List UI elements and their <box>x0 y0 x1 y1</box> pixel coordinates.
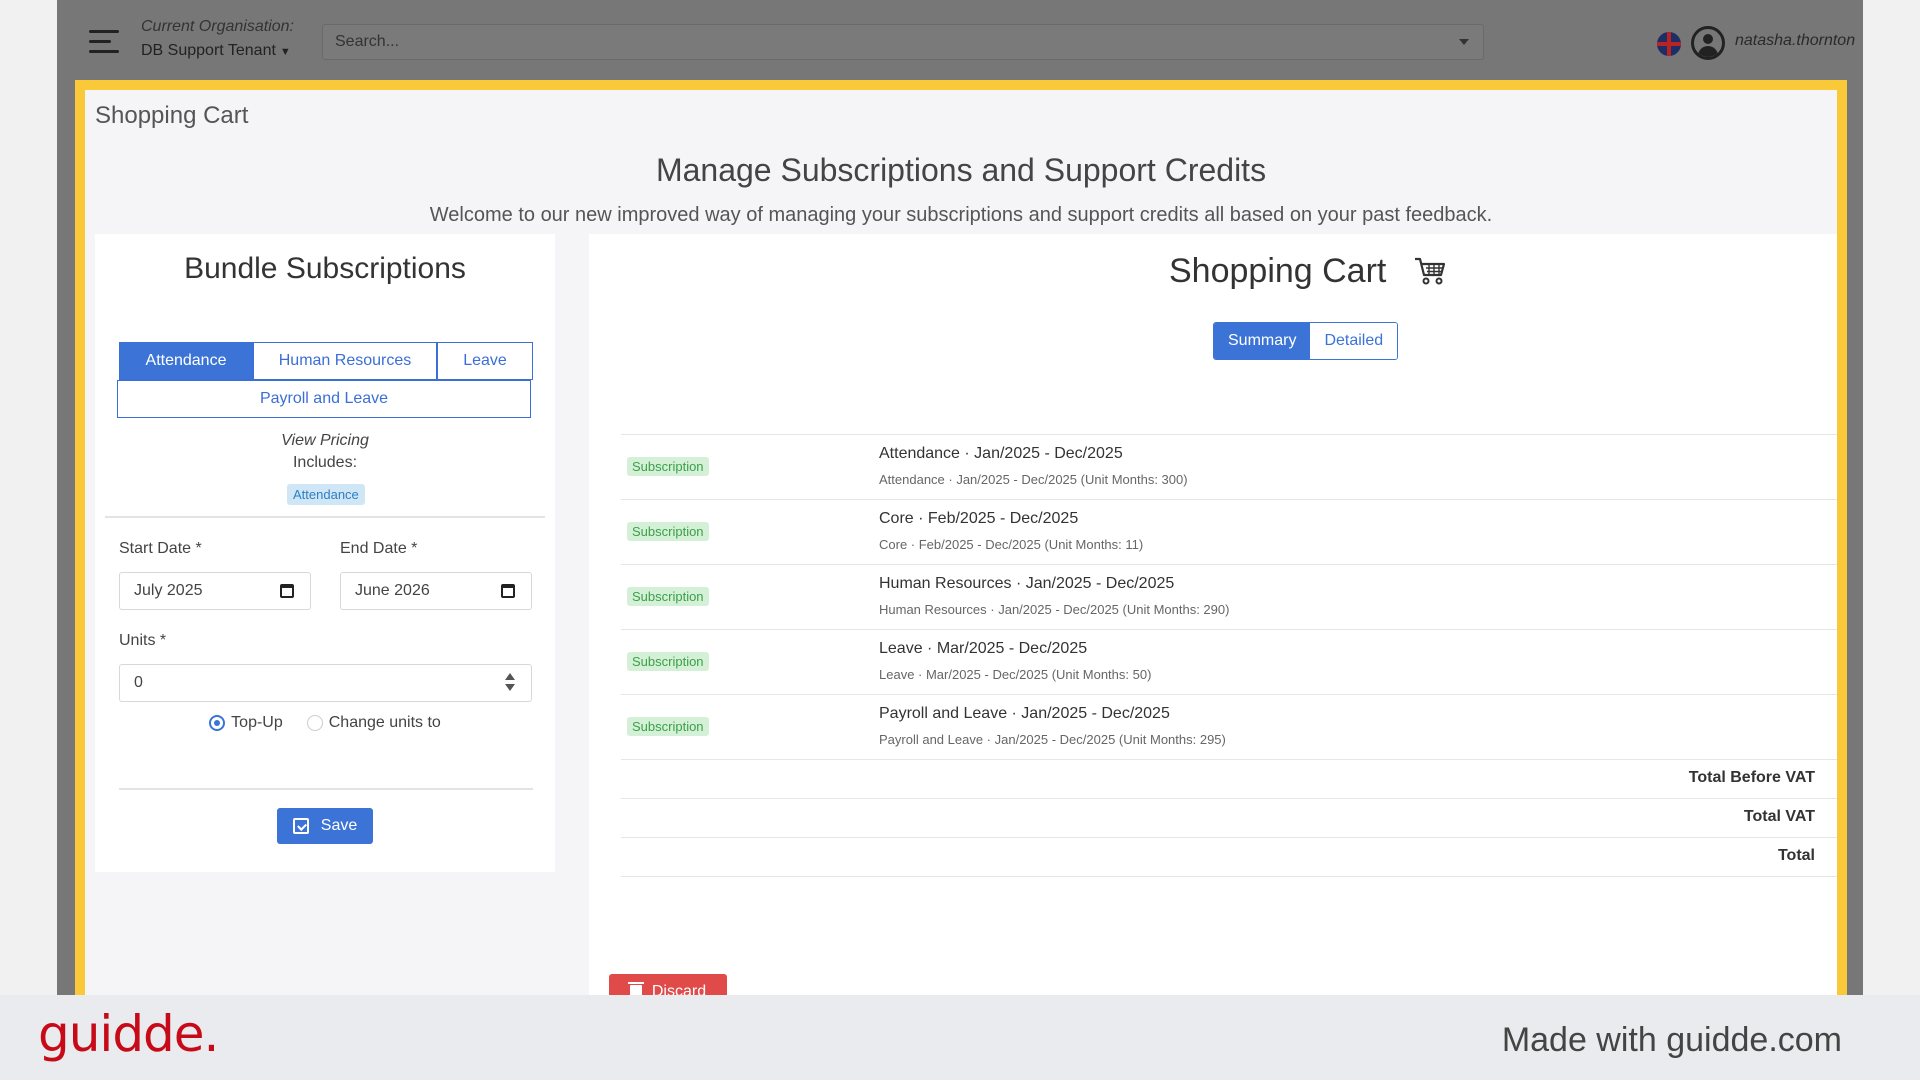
item-subtitle: Attendance · Jan/2025 - Dec/2025 (Unit M… <box>879 472 1188 487</box>
tab-payroll-and-leave[interactable]: Payroll and Leave <box>117 380 531 418</box>
bundle-tabs: Attendance Human Resources Leave <box>119 342 533 380</box>
units-label: Units * <box>119 632 167 649</box>
save-button[interactable]: Save <box>277 808 373 844</box>
menu-icon[interactable] <box>89 30 119 54</box>
username[interactable]: natasha.thornton <box>1735 32 1855 50</box>
divider <box>621 876 1837 877</box>
tab-human-resources[interactable]: Human Resources <box>253 342 437 380</box>
includes-label: Includes: <box>292 454 358 471</box>
cart-title: Shopping Cart <box>1169 252 1387 290</box>
units-input[interactable]: 0 <box>119 664 532 702</box>
end-date-input[interactable]: June 2026 <box>340 572 532 610</box>
radio-top-up[interactable]: Top-Up <box>209 714 283 732</box>
start-date-value: July 2025 <box>134 582 203 599</box>
footer: guidde. Made with guidde.com <box>0 995 1920 1080</box>
item-title: Payroll and Leave · Jan/2025 - Dec/2025 <box>879 705 1170 722</box>
shopping-cart-icon <box>1415 257 1446 285</box>
organisation-selector[interactable]: Current Organisation: DB Support Tenant ▼ <box>141 18 294 60</box>
divider <box>119 788 533 790</box>
item-subtitle: Human Resources · Jan/2025 - Dec/2025 (U… <box>879 602 1230 617</box>
table-row: Subscription Core · Feb/2025 - Dec/2025 … <box>621 499 1837 564</box>
view-toggle: Summary Detailed <box>1213 322 1399 360</box>
guidde-logo: guidde. <box>38 1005 219 1063</box>
top-navbar: Current Organisation: DB Support Tenant ▼… <box>57 0 1863 80</box>
bundle-title: Bundle Subscriptions <box>184 252 466 285</box>
includes-badge: Attendance <box>287 484 365 505</box>
table-row: Subscription Attendance · Jan/2025 - Dec… <box>621 434 1837 499</box>
divider <box>105 516 545 518</box>
total-vat-label: Total VAT <box>1743 808 1815 825</box>
radio-unselected-icon[interactable] <box>306 714 323 731</box>
radio-selected-icon[interactable] <box>209 714 226 731</box>
cart-table: Subscription Attendance · Jan/2025 - Dec… <box>621 434 1837 877</box>
save-icon <box>292 818 309 834</box>
tab-leave[interactable]: Leave <box>437 342 533 380</box>
table-row: Subscription Payroll and Leave · Jan/202… <box>621 694 1837 759</box>
subscription-badge: Subscription <box>627 717 709 736</box>
toggle-detailed[interactable]: Detailed <box>1310 323 1398 359</box>
total-row: Total <box>621 837 1837 876</box>
table-row: Subscription Human Resources · Jan/2025 … <box>621 564 1837 629</box>
subscription-badge: Subscription <box>627 457 709 476</box>
view-pricing-link[interactable]: View Pricing <box>95 432 555 450</box>
start-date-label: Start Date * <box>119 540 202 557</box>
page-heading: Shopping Cart <box>95 102 249 129</box>
content-area: Shopping Cart Manage Subscriptions and S… <box>85 90 1837 995</box>
search-input[interactable] <box>323 25 1483 59</box>
chevron-down-icon[interactable]: ▼ <box>280 46 291 58</box>
subscription-badge: Subscription <box>627 652 709 671</box>
units-stepper[interactable] <box>505 673 515 691</box>
item-subtitle: Leave · Mar/2025 - Dec/2025 (Unit Months… <box>879 667 1152 682</box>
highlight-frame: Shopping Cart Manage Subscriptions and S… <box>75 80 1847 995</box>
dropdown-caret-icon[interactable] <box>1459 39 1469 45</box>
uk-flag-icon[interactable] <box>1657 32 1681 56</box>
search-bar[interactable] <box>322 24 1484 60</box>
discard-button[interactable]: Discard <box>609 974 727 995</box>
item-title: Core · Feb/2025 - Dec/2025 <box>879 510 1079 527</box>
calendar-icon[interactable] <box>280 584 294 598</box>
item-title: Leave · Mar/2025 - Dec/2025 <box>879 640 1088 657</box>
page-title: Manage Subscriptions and Support Credits <box>655 152 1267 188</box>
tab-attendance[interactable]: Attendance <box>119 342 253 380</box>
item-title: Human Resources · Jan/2025 - Dec/2025 <box>879 575 1175 592</box>
radio-change-units[interactable]: Change units to <box>306 714 441 732</box>
organisation-label: Current Organisation: <box>141 18 294 35</box>
bundle-subscriptions-card: Bundle Subscriptions Attendance Human Re… <box>95 234 555 872</box>
total-label: Total <box>1777 847 1815 864</box>
toggle-summary[interactable]: Summary <box>1214 323 1311 359</box>
units-value: 0 <box>134 674 143 691</box>
item-subtitle: Core · Feb/2025 - Dec/2025 (Unit Months:… <box>879 537 1144 552</box>
shopping-cart-card: Shopping Cart Summary Detailed Subscript… <box>589 234 1837 995</box>
organisation-value[interactable]: DB Support Tenant <box>141 42 276 59</box>
app-window: Current Organisation: DB Support Tenant ▼… <box>57 0 1863 995</box>
end-date-value: June 2026 <box>355 582 430 599</box>
calendar-icon[interactable] <box>501 584 515 598</box>
end-date-label: End Date * <box>340 540 418 557</box>
total-before-vat-row: Total Before VAT <box>621 759 1837 798</box>
subscription-badge: Subscription <box>627 522 709 541</box>
made-with-text: Made with guidde.com <box>1501 1021 1842 1059</box>
subscription-badge: Subscription <box>627 587 709 606</box>
units-mode-radio-group: Top-Up Change units to <box>95 714 555 732</box>
user-avatar-icon[interactable] <box>1691 26 1725 60</box>
trash-icon <box>627 982 644 995</box>
total-vat-row: Total VAT <box>621 798 1837 837</box>
start-date-input[interactable]: July 2025 <box>119 572 311 610</box>
item-subtitle: Payroll and Leave · Jan/2025 - Dec/2025 … <box>879 732 1226 747</box>
page-subtitle: Welcome to our new improved way of manag… <box>429 204 1493 226</box>
total-before-vat-label: Total Before VAT <box>1688 769 1815 786</box>
item-title: Attendance · Jan/2025 - Dec/2025 <box>879 445 1123 462</box>
table-row: Subscription Leave · Mar/2025 - Dec/2025… <box>621 629 1837 694</box>
